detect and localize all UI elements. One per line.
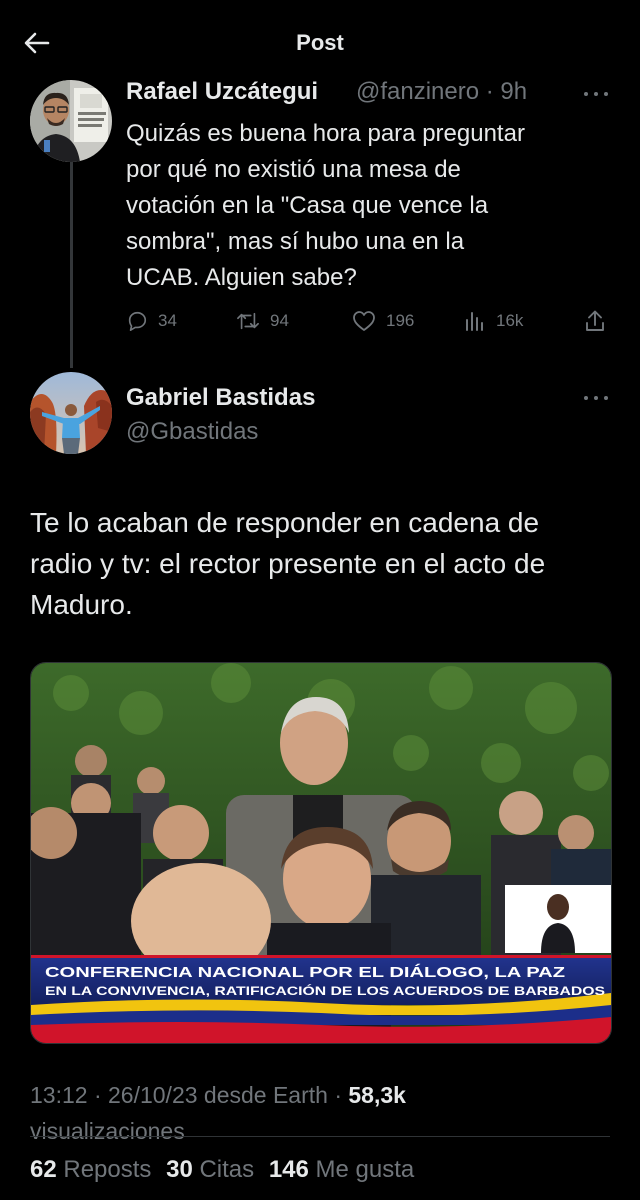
like-count: 196 <box>386 311 415 330</box>
views-count: 16k <box>496 311 524 330</box>
page-title: Post <box>296 30 344 55</box>
tweet-line: votación en la "Casa que vence la <box>126 192 489 219</box>
reply-count: 34 <box>158 311 177 330</box>
repost-button[interactable]: 94 <box>236 306 289 336</box>
tv-broadcast-image: CONFERENCIA NACIONAL POR EL DIÁLOGO, LA … <box>31 663 611 1043</box>
reposts-total: 62 <box>30 1156 57 1183</box>
reply-icon <box>128 311 147 331</box>
tweet-line: UCAB. Alguien sabe? <box>126 264 357 291</box>
post-timestamp: 13:12 · 26/10/23 desde Earth · 58,3k <box>30 1082 406 1109</box>
like-button[interactable]: 196 <box>352 306 414 336</box>
engagement-stats: 62 Reposts 30 Citas 146 Me gusta <box>30 1156 422 1184</box>
banner-subtitle: EN LA CONVIVENCIA, RATIFICACIÓN DE LOS A… <box>45 983 605 998</box>
quotes-total: 30 <box>166 1156 193 1183</box>
share-button[interactable] <box>584 306 606 336</box>
author-handle-gabriel: @Gbastidas <box>126 418 259 445</box>
likes-total: 146 <box>268 1156 309 1183</box>
quotes-stat[interactable]: 30 Citas <box>166 1156 262 1183</box>
tweet-line: Te lo acaban de responder en cadena de <box>30 507 540 538</box>
heart-icon <box>353 311 375 331</box>
author-name-rafael[interactable]: Rafael Uzcátegui <box>126 78 318 106</box>
share-icon <box>586 310 604 331</box>
thread-connector-line <box>70 162 73 368</box>
author-handle-time-rafael: @fanzinero · 9h <box>356 78 528 105</box>
attached-image[interactable]: CONFERENCIA NACIONAL POR EL DIÁLOGO, LA … <box>30 662 612 1044</box>
tweet-line: sombra", mas sí hubo una en la <box>126 228 465 255</box>
tweet-text-rafael: Quizás es buena hora para preguntar por … <box>126 116 616 296</box>
more-options-icon[interactable] <box>584 90 610 98</box>
divider <box>30 1136 610 1137</box>
banner-title: CONFERENCIA NACIONAL POR EL DIÁLOGO, LA … <box>45 964 565 981</box>
reposts-label: Reposts <box>63 1156 152 1183</box>
tweet-line: por qué no existió una mesa de <box>126 156 461 183</box>
timestamp-text: 13:12 · 26/10/23 desde Earth · <box>30 1082 349 1108</box>
views-label: visualizaciones <box>30 1118 185 1144</box>
top-bar: Post <box>0 0 640 78</box>
reposts-stat[interactable]: 62 Reposts <box>30 1156 159 1183</box>
views-chart-icon <box>466 312 483 331</box>
reply-button[interactable]: 34 <box>126 306 177 336</box>
tweet-line: Maduro. <box>30 589 133 620</box>
likes-stat[interactable]: 146 Me gusta <box>269 1156 422 1183</box>
likes-label: Me gusta <box>315 1156 415 1183</box>
repost-icon <box>237 312 259 330</box>
author-name-gabriel[interactable]: Gabriel Bastidas <box>126 384 315 412</box>
avatar-gabriel[interactable] <box>30 372 112 454</box>
more-options-icon[interactable] <box>584 394 610 402</box>
avatar-rafael[interactable] <box>30 80 112 162</box>
repost-count: 94 <box>270 311 289 330</box>
tweet-line: radio y tv: el rector presente en el act… <box>30 548 546 579</box>
views-total: 58,3k <box>348 1082 406 1108</box>
views-button[interactable]: 16k <box>464 306 523 336</box>
tweet-line: Quizás es buena hora para preguntar <box>126 120 525 147</box>
tweet-text-gabriel: Te lo acaban de responder en cadena de r… <box>30 502 620 625</box>
quotes-label: Citas <box>199 1156 255 1183</box>
